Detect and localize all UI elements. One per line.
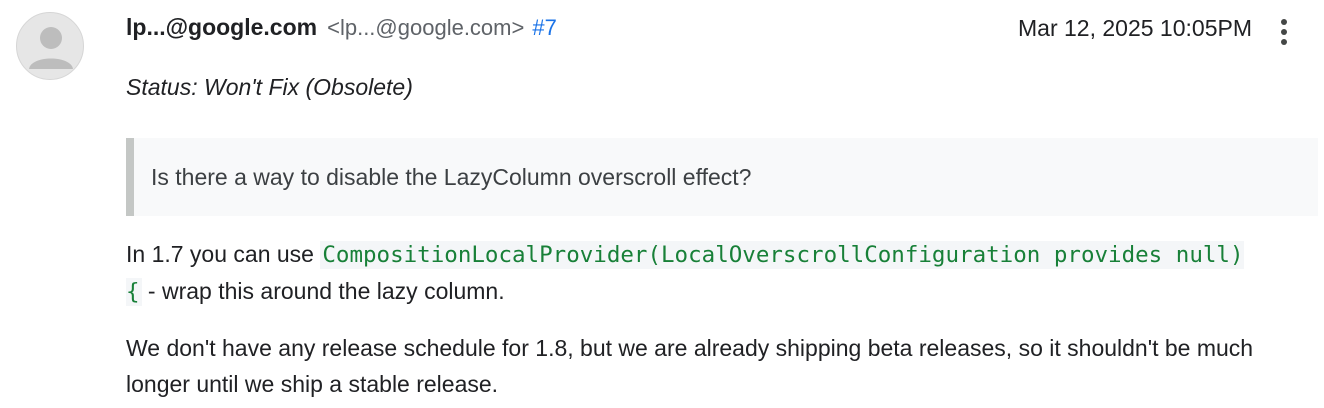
quoted-text-block: Is there a way to disable the LazyColumn… (126, 138, 1318, 216)
quote-text: Is there a way to disable the LazyColumn… (151, 163, 752, 190)
status-change-text: Status: Won't Fix (Obsolete) (126, 74, 413, 100)
more-vert-icon (1281, 19, 1287, 45)
comment-number-link[interactable]: #7 (532, 15, 556, 41)
author-email: <lp...@google.com> (327, 15, 525, 40)
comment-timestamp: Mar 12, 2025 10:05PM (1018, 15, 1252, 41)
comment-header: lp...@google.com <lp...@google.com> #7 (126, 14, 557, 48)
issue-comment: lp...@google.com <lp...@google.com> #7 M… (0, 0, 1324, 408)
comment-paragraph-1: In 1.7 you can use CompositionLocalProvi… (126, 236, 1246, 310)
user-avatar-icon[interactable] (16, 12, 84, 80)
comment-paragraph-2: We don't have any release schedule for 1… (126, 335, 1254, 397)
author-name[interactable]: lp...@google.com (126, 14, 317, 41)
paragraph-text: - wrap this around the lazy column. (141, 278, 505, 304)
more-options-button[interactable] (1272, 14, 1296, 50)
paragraph-text: In 1.7 you can use (126, 241, 321, 267)
